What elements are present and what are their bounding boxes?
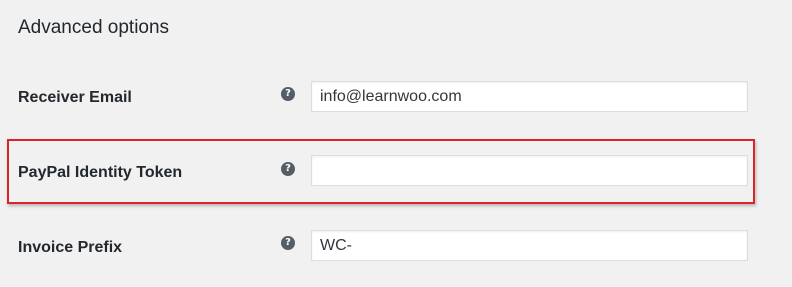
receiver-email-input[interactable] xyxy=(311,81,748,112)
paypal-identity-token-input[interactable] xyxy=(311,155,748,186)
question-circle-icon[interactable]: ? xyxy=(281,236,295,250)
invoice-prefix-input[interactable] xyxy=(311,230,748,261)
question-circle-icon[interactable]: ? xyxy=(281,87,295,101)
section-title: Advanced options xyxy=(18,17,170,38)
invoice-prefix-label: Invoice Prefix xyxy=(18,239,123,256)
paypal-identity-token-label: PayPal Identity Token xyxy=(18,164,183,181)
receiver-email-label: Receiver Email xyxy=(18,89,132,106)
question-circle-icon[interactable]: ? xyxy=(281,162,295,176)
